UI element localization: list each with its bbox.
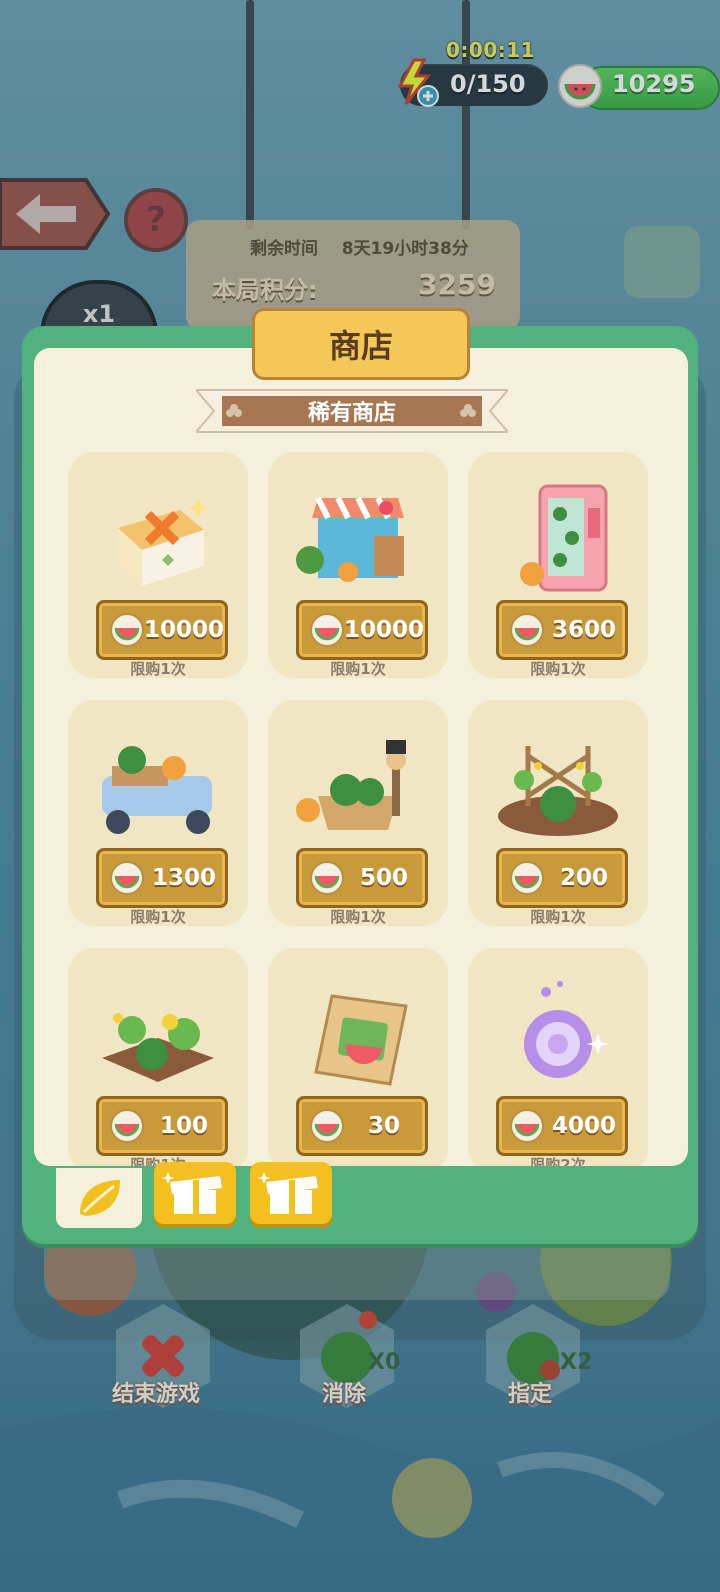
purchase-limit: 限购1次 xyxy=(130,908,186,926)
purchase-limit: 限购1次 xyxy=(330,908,386,926)
vending-fridge-icon xyxy=(520,484,608,592)
melon-trellis-icon xyxy=(498,746,618,836)
watermelon-coin-icon xyxy=(110,1109,144,1143)
gift-box-icon xyxy=(257,1172,318,1214)
fruit-stall-icon xyxy=(296,496,404,582)
shop-item[interactable]: 30 xyxy=(268,948,448,1174)
price-button[interactable]: 3600 xyxy=(496,600,628,660)
watermelon-coin-icon xyxy=(510,1109,544,1143)
watermelon-coin-icon xyxy=(510,861,544,895)
shop-item[interactable]: 100 限购1次 xyxy=(68,948,248,1174)
gift-box-icon xyxy=(161,1172,222,1214)
price-value: 200 xyxy=(559,865,608,891)
price-value: 500 xyxy=(359,865,408,891)
purchase-limit: 限购1次 xyxy=(130,660,186,678)
price-button[interactable]: 10000 xyxy=(96,600,228,660)
price-value: 30 xyxy=(367,1113,400,1139)
watermelon-coin-icon xyxy=(310,613,344,647)
watermelon-coin-icon xyxy=(110,861,144,895)
melon-crate-scarecrow-icon xyxy=(296,740,406,830)
price-value: 100 xyxy=(159,1113,208,1139)
purchase-limit: 限购1次 xyxy=(530,660,586,678)
melon-vine-plot-icon xyxy=(102,1013,214,1082)
price-button[interactable]: 500 xyxy=(296,848,428,908)
shop-item[interactable]: 3600 限购1次 xyxy=(468,452,648,678)
shop-item[interactable]: 1300 限购1次 xyxy=(68,700,248,926)
shop-item[interactable]: 200 限购1次 xyxy=(468,700,648,926)
shop-item[interactable]: 10000 限购1次 xyxy=(268,452,448,678)
price-button[interactable]: 4000 xyxy=(496,1096,628,1156)
shop-item[interactable]: 500 限购1次 xyxy=(268,700,448,926)
shop-item[interactable]: 10000 限购1次 xyxy=(68,452,248,678)
leaf-icon xyxy=(80,1180,120,1216)
price-value: 10000 xyxy=(143,617,225,643)
watermelon-coin-icon xyxy=(310,1109,344,1143)
price-value: 1300 xyxy=(151,865,216,891)
price-value: 10000 xyxy=(343,617,425,643)
tab-gift-1[interactable] xyxy=(154,1162,236,1224)
shop-item[interactable]: 4000 限购2次 xyxy=(468,948,648,1174)
purchase-limit: 限购1次 xyxy=(530,908,586,926)
purchase-limit: 限购1次 xyxy=(330,660,386,678)
watermelon-coin-icon xyxy=(110,613,144,647)
price-button[interactable]: 30 xyxy=(296,1096,428,1156)
price-button[interactable]: 200 xyxy=(496,848,628,908)
price-value: 4000 xyxy=(551,1113,616,1139)
watermelon-coin-icon xyxy=(510,613,544,647)
orange-gift-box-icon xyxy=(118,498,209,586)
tab-gift-2[interactable] xyxy=(250,1162,332,1224)
rare-shop-ribbon: 稀有商店 xyxy=(196,386,508,436)
seed-packet-icon xyxy=(314,994,408,1086)
melon-tricycle-icon xyxy=(102,746,212,834)
watermelon-coin-icon xyxy=(310,861,344,895)
price-button[interactable]: 100 xyxy=(96,1096,228,1156)
tab-rare-shop[interactable] xyxy=(56,1168,142,1228)
price-button[interactable]: 1300 xyxy=(96,848,228,908)
price-value: 3600 xyxy=(551,617,616,643)
rare-shop-title: 稀有商店 xyxy=(307,401,396,426)
price-button[interactable]: 10000 xyxy=(296,600,428,660)
shop-title: 商店 xyxy=(252,308,470,380)
magic-orb-icon xyxy=(524,981,609,1078)
